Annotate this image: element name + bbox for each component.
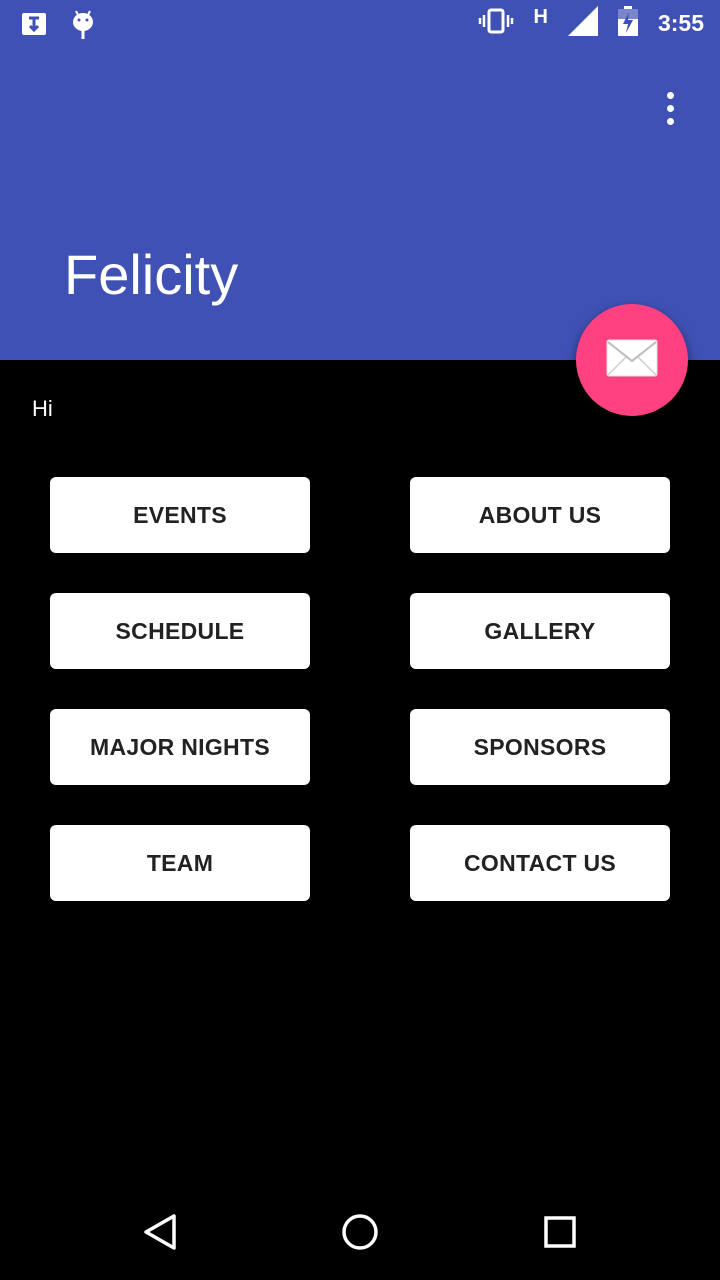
home-icon[interactable] — [336, 1208, 384, 1256]
about-us-button[interactable]: ABOUT US — [410, 477, 670, 553]
contact-us-button[interactable]: CONTACT US — [410, 825, 670, 901]
sponsors-button[interactable]: SPONSORS — [410, 709, 670, 785]
android-icon — [70, 8, 96, 45]
clock: 3:55 — [657, 10, 704, 36]
cloud-download-icon — [20, 10, 48, 43]
mail-icon — [606, 339, 658, 382]
status-bar: H 3:55 — [0, 0, 720, 50]
schedule-button[interactable]: SCHEDULE — [50, 593, 310, 669]
network-type-label: H — [533, 6, 548, 28]
gallery-button[interactable]: GALLERY — [410, 593, 670, 669]
mail-fab-button[interactable] — [576, 304, 688, 416]
signal-icon — [567, 6, 598, 41]
events-button[interactable]: EVENTS — [50, 477, 310, 553]
greeting-text: Hi — [32, 396, 53, 421]
page-title: Felicity — [64, 243, 239, 306]
battery-charging-icon — [617, 6, 638, 41]
major-nights-button[interactable]: MAJOR NIGHTS — [50, 709, 310, 785]
team-button[interactable]: TEAM — [50, 825, 310, 901]
recents-icon[interactable] — [536, 1208, 584, 1256]
vibrate-icon — [478, 7, 514, 40]
more-vert-icon[interactable] — [650, 88, 690, 128]
navigation-bar — [0, 1184, 720, 1280]
back-icon[interactable] — [136, 1208, 184, 1256]
